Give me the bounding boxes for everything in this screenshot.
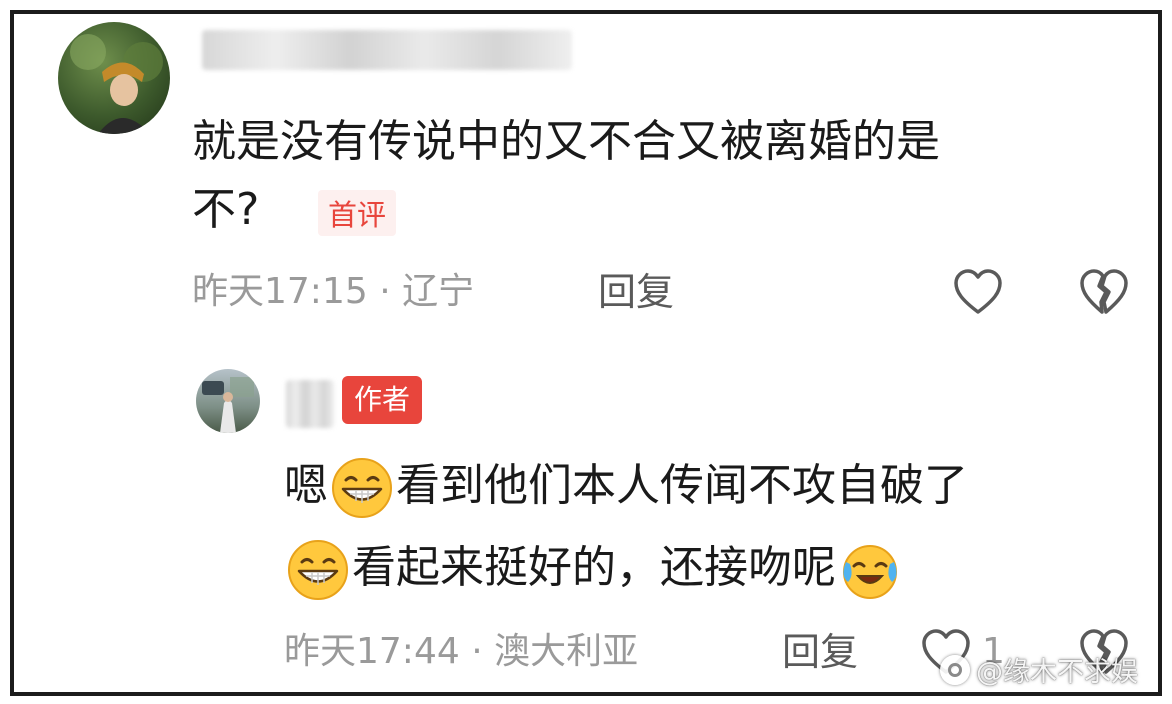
broken-heart-icon[interactable] [1078, 268, 1130, 316]
reply-text-line-1: 嗯 看到他们本人传闻不攻自破了 [284, 454, 968, 520]
heart-outline-icon[interactable] [952, 268, 1004, 316]
tears-of-joy-emoji [843, 545, 897, 599]
reply-text-line-2: 看起来挺好的，还接吻呢 [284, 536, 904, 602]
commenter-name-blurred [202, 30, 572, 70]
reply-meta: 昨天17:44 · 澳大利亚 [284, 631, 639, 672]
author-avatar[interactable] [196, 369, 260, 433]
author-name-blurred [286, 380, 334, 428]
reply-reply-button[interactable]: 回复 [782, 628, 858, 676]
reply-text-part: 看到他们本人传闻不攻自破了 [396, 460, 968, 511]
commenter-avatar[interactable] [58, 22, 170, 134]
grinning-face-emoji [288, 540, 348, 600]
comment-text-line-1: 就是没有传说中的又不合又被离婚的是 [192, 116, 940, 167]
watermark-text: @缘木不求娱 [976, 657, 1138, 688]
author-avatar-image [202, 377, 254, 433]
comment-meta: 昨天17:15 · 辽宁 [192, 271, 475, 312]
first-comment-badge: 首评 [318, 190, 397, 236]
comment-reply-button[interactable]: 回复 [598, 268, 674, 316]
screenshot-frame: 就是没有传说中的又不合又被离婚的是 不? 首评 昨天17:15 · 辽宁 回复 … [10, 10, 1162, 696]
watermark-logo-icon [940, 654, 970, 685]
watermark: @缘木不求娱 [940, 650, 1138, 689]
commenter-avatar-image [70, 34, 163, 134]
comment-text-line-2: 不? [192, 184, 260, 235]
reply-text-part: 嗯 [284, 460, 328, 511]
author-badge: 作者 [342, 376, 423, 424]
grinning-face-emoji [332, 458, 392, 518]
reply-text-part: 看起来挺好的，还接吻呢 [352, 542, 836, 593]
